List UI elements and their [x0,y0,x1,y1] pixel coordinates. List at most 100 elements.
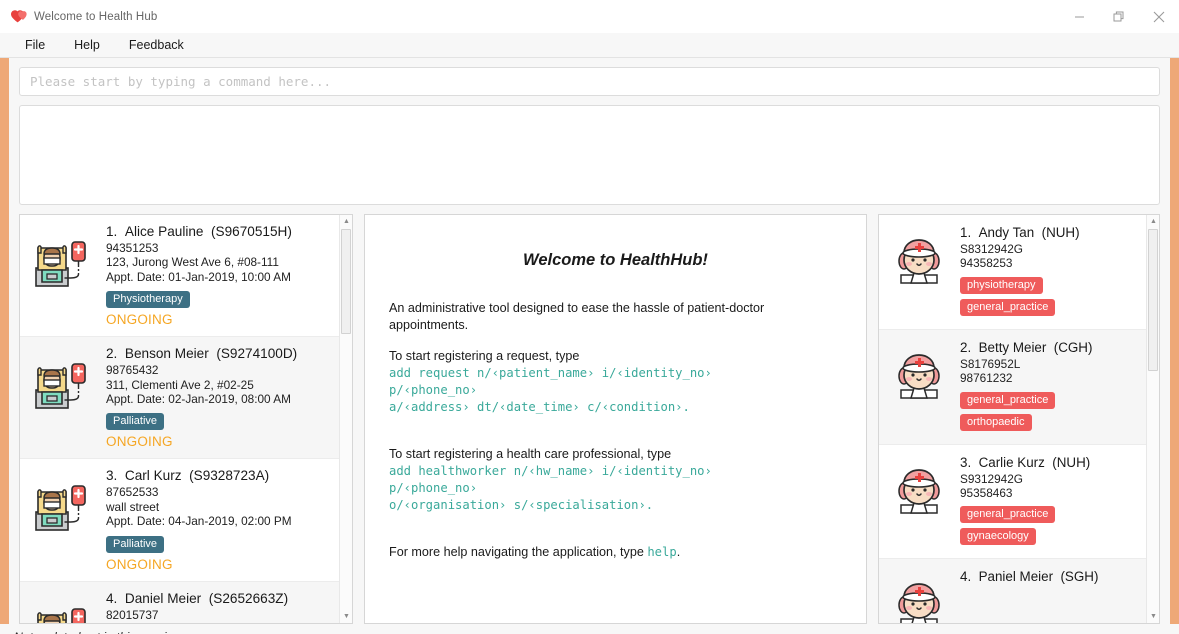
welcome-title: Welcome to HealthHub! [523,251,708,269]
patient-address: wall street [106,499,160,514]
specialisation-tag: physiotherapy [960,276,1043,294]
status-badge: ONGOING [106,434,173,450]
healthworker-list-scrollbar[interactable]: ▲ ▼ [1146,215,1159,623]
panels-container: 1. Alice Pauline (S9670515H) 94351253 12… [19,214,1160,624]
healthworker-phone: 98761232 [960,371,1013,386]
specialisation-row: physiotherapy general_practice [960,275,1138,319]
chevron-down-icon[interactable]: ▼ [340,610,352,623]
patient-bed-icon [30,597,92,623]
healthworker-card[interactable]: 3. Carlie Kurz (NUH) S9312942G 95358463 g… [879,445,1146,560]
patient-request-card[interactable]: 4. Daniel Meier (S2652663Z) 82015737 [20,581,339,623]
window-title: Welcome to Health Hub [34,10,158,23]
patient-details: 3. Carl Kurz (S9328723A) 87652533 wall s… [106,468,331,572]
patient-bed-icon [30,230,92,292]
patient-bed-icon [30,352,92,414]
healthworker-lead-text: To start registering a health care profe… [389,447,672,461]
healthworker-phone: 95358463 [960,486,1013,501]
help-command: help [647,545,677,559]
patient-phone: 98765432 [106,363,159,378]
healthworker-command-line-2: o/‹organisation› s/‹specialisation›. [389,498,654,512]
healthworker-command-line-1: add healthworker n/‹hw_name› i/‹identity… [389,464,712,495]
help-tail-text: . [676,545,681,559]
chevron-down-icon[interactable]: ▼ [1147,610,1159,623]
welcome-intro: An administrative tool designed to ease … [389,301,765,332]
patient-name: 3. Carl Kurz (S9328723A) [106,468,270,484]
healthworker-details: 1. Andy Tan (NUH) S8312942G 94358253 phys… [960,225,1138,319]
patient-phone: 94351253 [106,241,159,255]
menu-item-help[interactable]: Help [63,35,111,55]
patient-appointment: Appt. Date: 04-Jan-2019, 02:00 PM [106,514,292,529]
patient-request-list-panel: 1. Alice Pauline (S9670515H) 94351253 12… [19,214,353,624]
welcome-healthworker-block: To start registering a health care profe… [389,446,789,514]
healthworker-details: 2. Betty Meier (CGH) S8176952L 98761232 g… [960,340,1138,434]
window-controls [1059,0,1179,33]
welcome-help-block: For more help navigating the application… [389,544,789,561]
request-lead-text: To start registering a request, type [389,349,580,363]
patient-phone: 87652533 [106,485,159,500]
status-badge: ONGOING [106,556,173,572]
patient-request-card[interactable]: 3. Carl Kurz (S9328723A) 87652533 wall s… [20,459,339,582]
welcome-request-block: To start registering a request, type add… [389,348,789,416]
title-bar: Welcome to Health Hub [0,0,1179,33]
healthworker-name: 1. Andy Tan (NUH) [960,225,1080,240]
patient-details: 4. Daniel Meier (S2652663Z) 82015737 [106,591,331,622]
patient-details: 1. Alice Pauline (S9670515H) 94351253 12… [106,224,331,327]
healthworker-name: 4. Paniel Meier (SGH) [960,569,1099,585]
healthworker-card[interactable]: 1. Andy Tan (NUH) S8312942G 94358253 phys… [879,215,1146,330]
scrollbar-thumb[interactable] [1148,229,1158,371]
menu-item-feedback[interactable]: Feedback [118,35,195,55]
patient-address: 311, Clementi Ave 2, #02-25 [106,377,254,392]
condition-tag-row: Physiotherapy [106,289,331,309]
patient-request-card[interactable]: 1. Alice Pauline (S9670515H) 94351253 12… [20,215,339,338]
nurse-icon [891,461,947,517]
patient-details: 2. Benson Meier (S9274100D) 98765432 311… [106,346,331,449]
condition-tag: Physiotherapy [106,291,190,309]
patient-list-scrollbar[interactable]: ▲ ▼ [339,215,352,623]
title-bar-left: Welcome to Health Hub [10,9,157,24]
close-button[interactable] [1139,0,1179,33]
patient-request-card[interactable]: 2. Benson Meier (S9274100D) 98765432 311… [20,337,339,460]
help-lead-text: For more help navigating the application… [389,545,648,559]
specialisation-tag: general_practice [960,391,1056,409]
healthworker-details: 3. Carlie Kurz (NUH) S9312942G 95358463 g… [960,455,1138,549]
command-input[interactable] [19,67,1160,96]
healthworker-name: 2. Betty Meier (CGH) [960,339,1093,355]
condition-tag: Palliative [106,413,165,431]
chevron-up-icon[interactable]: ▲ [340,215,352,228]
healthworker-nric: S8176952L [960,356,1021,371]
menu-bar: File Help Feedback [0,33,1179,58]
patient-appointment: Appt. Date: 02-Jan-2019, 08:00 AM [106,392,291,407]
condition-tag-row: Palliative [106,534,331,553]
patient-name: 2. Benson Meier (S9274100D) [106,346,298,362]
patient-phone: 82015737 [106,607,159,622]
restore-button[interactable] [1099,0,1139,33]
chevron-up-icon[interactable]: ▲ [1147,215,1159,228]
menu-item-file[interactable]: File [14,35,56,55]
scrollbar-thumb[interactable] [341,229,351,334]
specialisation-tag: gynaecology [960,528,1036,546]
healthworker-details: 4. Paniel Meier (SGH) [960,569,1138,588]
request-command-line-2: a/‹address› dt/‹date_time› c/‹condition›… [389,400,690,414]
status-bar: Not updated yet in this session [0,624,1179,634]
healthworker-nric: S9312942G [960,471,1023,486]
welcome-content: Welcome to HealthHub! An administrative … [365,215,866,623]
specialisation-tag: orthopaedic [960,413,1032,431]
condition-tag-row: Palliative [106,411,331,431]
healthworker-card[interactable]: 4. Paniel Meier (SGH) [879,559,1146,623]
healthworker-phone: 94358253 [960,256,1013,271]
specialisation-tag: general_practice [960,298,1056,316]
patient-appointment: Appt. Date: 01-Jan-2019, 10:00 AM [106,269,291,284]
workspace: 1. Alice Pauline (S9670515H) 94351253 12… [9,58,1170,624]
minimize-button[interactable] [1059,0,1099,33]
welcome-panel: Welcome to HealthHub! An administrative … [364,214,867,624]
healthworker-card[interactable]: 2. Betty Meier (CGH) S8176952L 98761232 g… [879,329,1146,445]
nurse-icon [891,575,947,623]
specialisation-row: general_practice orthopaedic [960,390,1138,434]
heart-icon [10,9,27,24]
healthworker-name: 3. Carlie Kurz (NUH) [960,454,1091,470]
status-badge: ONGOING [106,312,173,328]
patient-address: 123, Jurong West Ave 6, #08-111 [106,255,279,270]
request-command-line-1: add request n/‹patient_name› i/‹identity… [389,366,712,397]
application-window: Welcome to Health Hub File Help Feedback… [0,0,1179,634]
nurse-icon [891,231,947,287]
